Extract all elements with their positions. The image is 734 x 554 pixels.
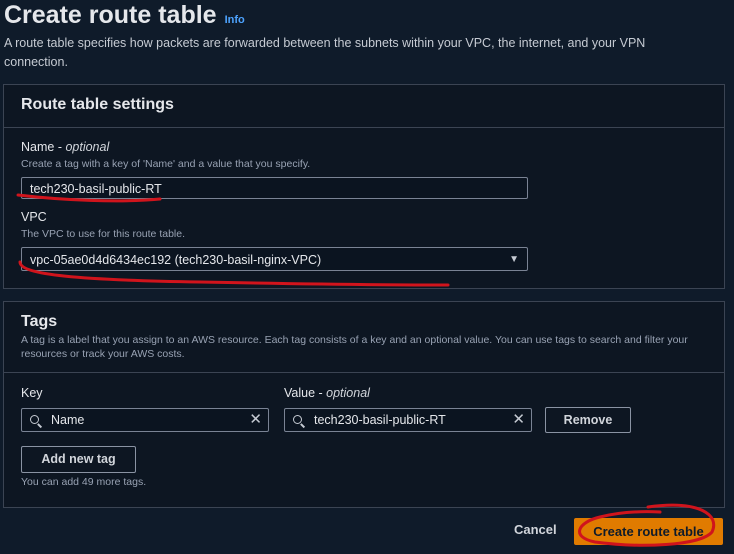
value-label: Value - optional [284,386,370,400]
name-hint: Create a tag with a key of 'Name' and a … [21,158,311,170]
key-label: Key [21,386,43,400]
tag-value-input[interactable]: tech230-basil-public-RT ✕ [284,408,532,432]
cancel-button[interactable]: Cancel [514,522,557,537]
settings-divider [4,127,724,128]
settings-title: Route table settings [21,96,174,113]
name-input[interactable]: tech230-basil-public-RT [21,177,528,199]
search-icon [30,415,39,424]
tags-description: A tag is a label that you assign to an A… [21,334,688,360]
clear-icon[interactable]: ✕ [249,409,262,431]
name-optional: optional [65,140,110,154]
route-table-settings-panel: Route table settings Name - optional Cre… [3,84,725,289]
tags-panel: Tags A tag is a label that you assign to… [3,301,725,508]
value-optional: optional [326,386,370,400]
page-description: A route table specifies how packets are … [4,36,646,69]
vpc-hint: The VPC to use for this route table. [21,228,186,240]
vpc-select-value: vpc-05ae0d4d6434ec192 (tech230-basil-ngi… [30,253,322,267]
tags-remaining-note: You can add 49 more tags. [21,476,147,488]
info-link[interactable]: Info [225,14,245,26]
caret-down-icon: ▼ [509,254,519,265]
create-route-table-button[interactable]: Create route table [574,518,723,545]
page-header: Create route table Info A route table sp… [4,0,730,72]
search-icon [293,415,302,424]
tag-key-input[interactable]: Name ✕ [21,408,269,432]
name-label: Name - optional [21,140,109,154]
name-label-text: Name - [21,140,66,154]
tag-value-value: tech230-basil-public-RT [314,413,446,427]
clear-icon[interactable]: ✕ [512,409,525,431]
remove-tag-button[interactable]: Remove [545,407,631,433]
tags-divider [4,372,724,373]
value-label-text: Value - [284,386,327,400]
vpc-label: VPC [21,210,47,224]
tags-title: Tags [21,313,58,330]
title-row: Create route table Info [4,0,730,30]
add-new-tag-button[interactable]: Add new tag [21,446,136,473]
tag-key-value: Name [51,413,85,427]
page-title: Create route table [4,1,217,29]
vpc-select[interactable]: vpc-05ae0d4d6434ec192 (tech230-basil-ngi… [21,247,528,271]
